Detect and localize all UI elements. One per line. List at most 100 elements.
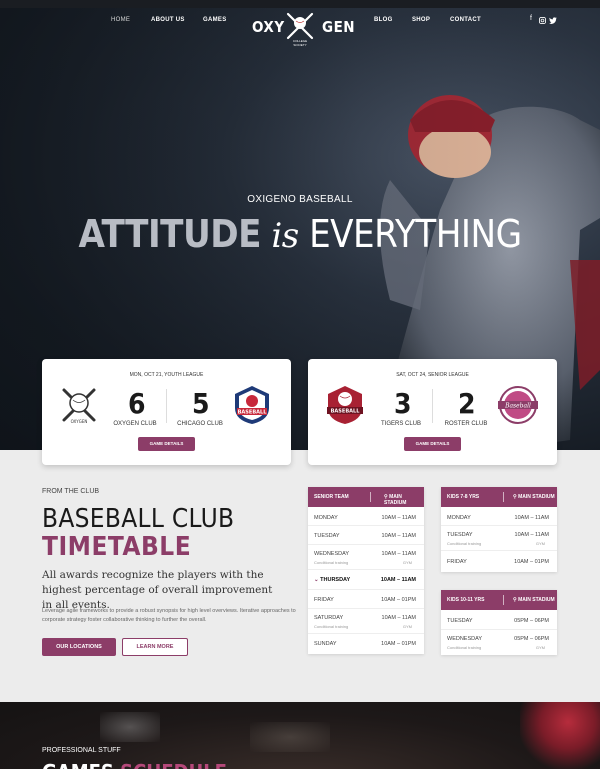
score-divider [432,389,433,423]
schedule-header: SENIOR TEAM ⚲ MAIN STADIUM [308,487,424,507]
section-kicker: FROM THE CLUB [42,488,100,495]
row-note: Conditional training [314,624,349,629]
row-time: 10AM – 11AM [380,577,416,583]
row-gym: GYM [535,541,545,546]
title-part-2: SCHEDULE [120,760,227,769]
row-day: ⌄ THURSDAY [314,577,351,583]
nav-home[interactable]: HOME [111,17,130,23]
logo-text-left: OXY [252,18,285,36]
row-gym: GYM [402,624,412,629]
row-day: SATURDAY [314,615,344,621]
away-team-name: CHICAGO CLUB [177,421,223,427]
site-logo[interactable]: OXY GEN COLLEGE SOCIETY [250,12,355,48]
away-score: 5 [192,387,210,420]
player-image [520,702,600,769]
header-divider [503,492,504,502]
venue-label: MAIN STADIUM [518,494,555,500]
away-team-name: ROSTER CLUB [444,421,488,427]
row-day: WEDNESDAY [314,551,350,557]
venue-label: MAIN STADIUM [518,597,555,603]
row-gym: GYM [535,645,545,650]
row-note: Conditional training [314,560,349,565]
hero-title-everything: EVERYTHING [309,212,522,256]
logo-subtitle: COLLEGE SOCIETY [292,39,308,47]
games-schedule-section: PROFESSIONAL STUFF GAMES SCHEDULE [0,702,600,769]
row-time: 10AM – 11AM [514,515,549,521]
schedule-row: WEDNESDAY 10AM – 11AM Conditional traini… [308,545,424,570]
nav-shop[interactable]: SHOP [412,17,430,23]
page: HOME ABOUT US GAMES OXY GEN COLLEGE SOCI… [0,0,600,769]
game-date: MON, OCT 21, YOUTH LEAGUE [129,372,204,378]
row-day: WEDNESDAY [447,636,483,642]
row-day: FRIDAY [447,559,467,565]
hero-title-attitude: ATTITUDE [78,212,262,256]
timetable-title-line1: BASEBALL CLUB [42,504,235,534]
instagram-icon[interactable] [539,17,546,24]
header-divider [370,492,371,502]
home-team-name: OXYGEN CLUB [113,421,157,427]
game-card: SAT, OCT 24, SENIOR LEAGUE BASEBALL 3 2 … [308,359,557,465]
schedule-row: TUESDAY 10AM – 11AM [308,526,424,545]
nav-contact[interactable]: CONTACT [450,17,481,23]
hero-title-is: is [271,216,299,256]
schedule-row: TUESDAY 05PM – 06PM [441,610,557,630]
row-gym: GYM [402,560,412,565]
row-day: SUNDAY [314,641,337,647]
header-divider [503,595,504,605]
row-time: 05PM – 06PM [514,618,549,624]
our-locations-button[interactable]: OUR LOCATIONS [42,638,116,656]
schedule-row: TUESDAY 10AM – 11AM Conditional training… [441,526,557,551]
away-badge-text: Baseball [504,403,531,410]
game-date: SAT, OCT 24, SENIOR LEAGUE [396,372,469,378]
roster-club-logo: Baseball [498,386,538,424]
row-time: 10AM – 11AM [381,615,416,621]
tigers-club-logo: BASEBALL [327,386,363,424]
schedule-team: KIDS 10-11 YRS [447,597,485,603]
home-team-name: TIGERS CLUB [380,421,421,427]
row-day: MONDAY [447,515,471,521]
away-badge-text: BASEBALL [238,410,268,416]
twitter-icon[interactable] [549,17,557,24]
location-pin-icon: ⚲ [513,494,517,500]
row-day: MONDAY [314,515,338,521]
schedule-kids-7-8: KIDS 7-8 YRS ⚲ MAIN STADIUM MONDAY 10AM … [441,487,557,572]
timetable-body: Leverage agile frameworks to provide a r… [42,608,296,623]
section-kicker: PROFESSIONAL STUFF [42,747,121,754]
row-time: 10AM – 11AM [381,551,416,557]
schedule-row-active[interactable]: ⌄ THURSDAY 10AM – 11AM [308,570,424,590]
row-time: 10AM – 11AM [514,532,549,538]
home-badge-text: BASEBALL [331,409,361,415]
game-details-button[interactable]: GAME DETAILS [138,437,195,451]
row-time: 10AM – 11AM [381,533,416,539]
home-score: 6 [128,387,146,420]
hero-title: ATTITUDE is EVERYTHING [0,212,600,256]
stadium-light [250,722,330,752]
learn-more-button[interactable]: LEARN MORE [122,638,188,656]
crossed-bats-icon [286,12,314,40]
schedule-team: KIDS 7-8 YRS [447,494,480,500]
schedule-row: SUNDAY 10AM – 01PM [308,634,424,654]
schedule-team: SENIOR TEAM [314,494,349,500]
schedule-senior-team: SENIOR TEAM ⚲ MAIN STADIUM MONDAY 10AM –… [308,487,424,654]
nav-games[interactable]: GAMES [203,17,227,23]
nav-about-us[interactable]: ABOUT US [151,17,185,23]
home-score: 3 [394,387,412,420]
schedule-venue: ⚲ MAIN STADIUM [513,494,555,500]
game-details-button[interactable]: GAME DETAILS [404,437,461,451]
location-pin-icon: ⚲ [513,597,517,603]
facebook-icon[interactable]: f [530,15,532,22]
schedule-row: MONDAY 10AM – 11AM [441,507,557,526]
schedule-kids-10-11: KIDS 10-11 YRS ⚲ MAIN STADIUM TUESDAY 05… [441,590,557,655]
nav-blog[interactable]: BLOG [374,17,393,23]
score-divider [166,389,167,423]
schedule-row: FRIDAY 10AM – 01PM [441,551,557,572]
schedule-header: KIDS 10-11 YRS ⚲ MAIN STADIUM [441,590,557,610]
row-time: 10AM – 01PM [381,597,416,603]
hero-kicker: OXIGENO BASEBALL [247,194,353,205]
home-badge-text: OXYGEN [71,419,88,424]
schedule-row: WEDNESDAY 05PM – 06PM Conditional traini… [441,630,557,655]
logo-text-right: GEN [322,18,356,36]
schedule-header: KIDS 7-8 YRS ⚲ MAIN STADIUM [441,487,557,507]
timetable-title-line2: TIMETABLE [42,532,192,562]
venue-label: MAIN STADIUM [384,494,407,506]
